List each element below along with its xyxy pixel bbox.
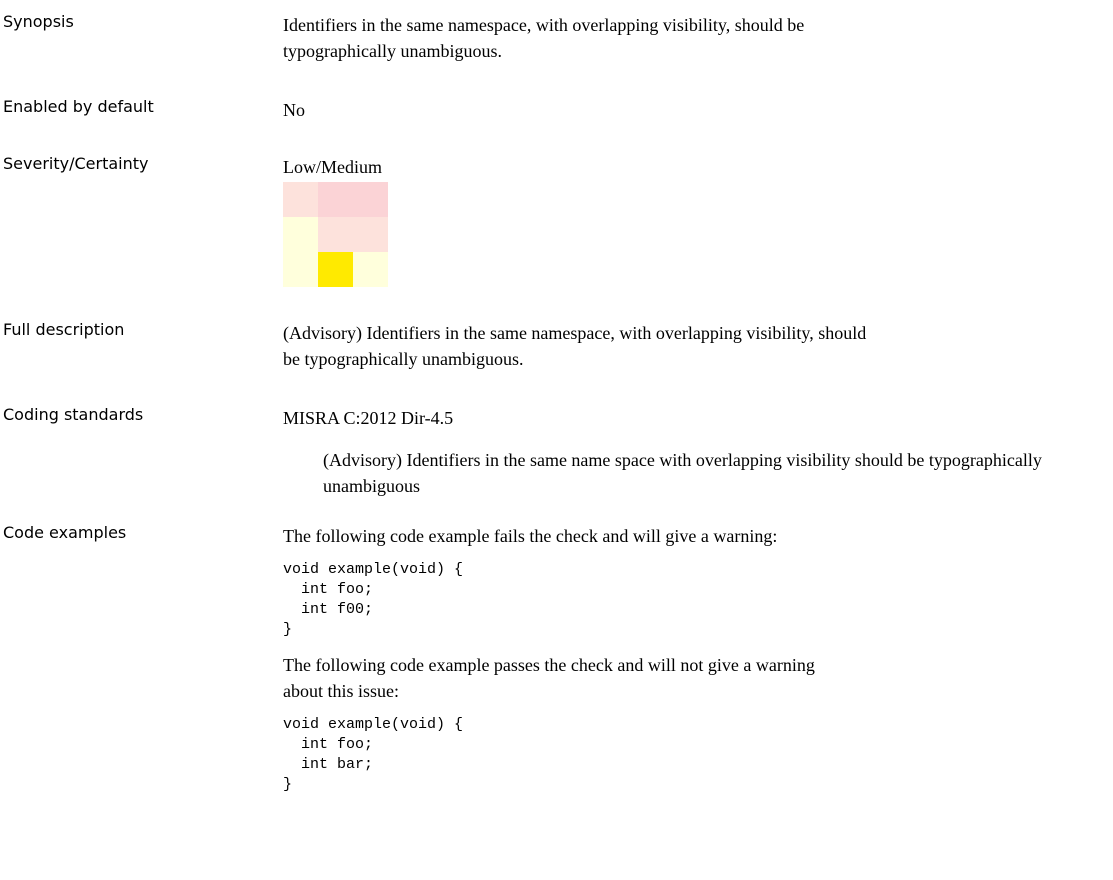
fail-example-intro: The following code example fails the che… bbox=[283, 526, 778, 546]
matrix-cell bbox=[318, 182, 353, 217]
coding-standards-content: MISRA C:2012 Dir-4.5 (Advisory) Identifi… bbox=[283, 405, 1083, 499]
full-description-content: (Advisory) Identifiers in the same names… bbox=[283, 320, 1083, 372]
full-description-label: Full description bbox=[3, 320, 125, 339]
code-examples-label: Code examples bbox=[3, 523, 127, 542]
synopsis-text: Identifiers in the same namespace, with … bbox=[283, 15, 805, 61]
enabled-by-default-content: No bbox=[283, 97, 1083, 123]
matrix-cell bbox=[353, 182, 388, 217]
matrix-cell bbox=[283, 217, 318, 252]
coding-standard-name: MISRA C:2012 Dir-4.5 bbox=[283, 408, 454, 428]
synopsis-content: Identifiers in the same namespace, with … bbox=[283, 12, 1083, 64]
matrix-cell bbox=[353, 252, 388, 287]
coding-standard-description: (Advisory) Identifiers in the same name … bbox=[323, 450, 1042, 496]
code-examples-content: The following code example fails the che… bbox=[283, 523, 1083, 795]
severity-certainty-matrix bbox=[283, 182, 1083, 287]
full-description-text: (Advisory) Identifiers in the same names… bbox=[283, 323, 867, 369]
matrix-cell bbox=[318, 252, 353, 287]
pass-example-intro: The following code example passes the ch… bbox=[283, 655, 815, 701]
matrix-cell bbox=[318, 217, 353, 252]
matrix-cell bbox=[283, 182, 318, 217]
fail-code-block: void example(void) { int foo; int f00; } bbox=[283, 561, 464, 638]
synopsis-label: Synopsis bbox=[3, 12, 74, 31]
enabled-by-default-label: Enabled by default bbox=[3, 97, 154, 116]
enabled-by-default-value: No bbox=[283, 100, 305, 120]
coding-standards-label: Coding standards bbox=[3, 405, 144, 424]
pass-code-block: void example(void) { int foo; int bar; } bbox=[283, 716, 464, 793]
matrix-cell bbox=[283, 252, 318, 287]
severity-certainty-label: Severity/Certainty bbox=[3, 154, 149, 173]
matrix-cell bbox=[353, 217, 388, 252]
severity-certainty-value: Low/Medium bbox=[283, 157, 382, 177]
severity-certainty-content: Low/Medium bbox=[283, 154, 1083, 287]
